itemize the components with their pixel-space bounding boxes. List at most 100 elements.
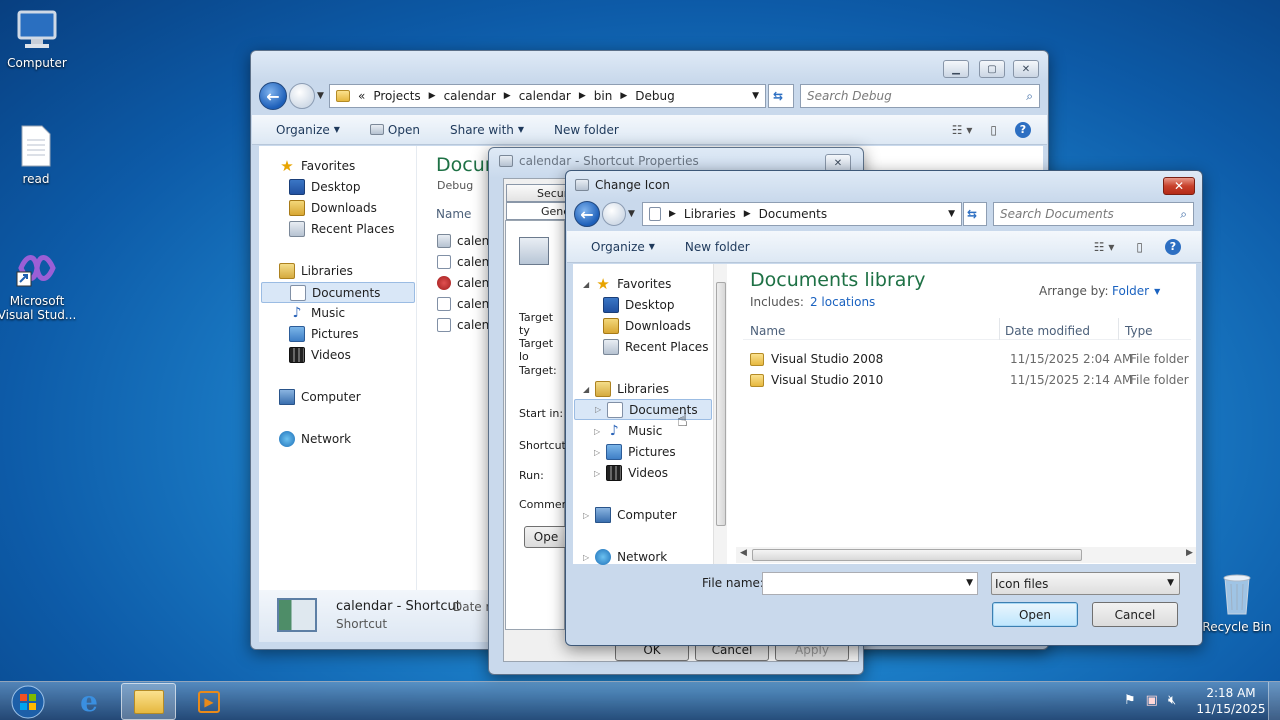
maximize-button[interactable]: ▢ bbox=[979, 60, 1005, 78]
nav-videos[interactable]: Videos bbox=[289, 347, 351, 363]
start-button[interactable] bbox=[1, 683, 55, 720]
horizontal-scrollbar[interactable]: ◀ ▶ bbox=[736, 547, 1196, 563]
new-folder-button[interactable]: New folder bbox=[685, 240, 750, 254]
column-header-date[interactable]: Date modified bbox=[1005, 324, 1090, 338]
desktop-icon-read[interactable]: read bbox=[0, 124, 76, 186]
scrollbar-thumb[interactable] bbox=[752, 549, 1082, 561]
breadcrumb-item[interactable]: Documents bbox=[759, 207, 827, 221]
arrange-by-label: Arrange by: bbox=[1039, 284, 1109, 298]
nav-pictures[interactable]: Pictures bbox=[289, 326, 359, 342]
minimize-button[interactable]: ▁ bbox=[943, 60, 969, 78]
desktop-icon-visual-studio[interactable]: Microsoft Visual Stud... bbox=[0, 246, 77, 322]
preview-pane-icon[interactable]: ▯ bbox=[990, 123, 997, 137]
views-icon[interactable]: ☷ ▾ bbox=[1094, 240, 1115, 254]
shortcut-large-icon bbox=[519, 237, 549, 265]
nav-downloads[interactable]: Downloads bbox=[603, 318, 691, 334]
clock[interactable]: 2:18 AM 11/15/2025 bbox=[1196, 685, 1266, 717]
column-header-name[interactable]: Name bbox=[750, 324, 785, 338]
action-center-flag-icon[interactable]: ⚑ bbox=[1124, 693, 1136, 708]
table-row[interactable]: Visual Studio 2010 11/15/2025 2:14 AM Fi… bbox=[750, 373, 1198, 394]
breadcrumb-item[interactable]: calendar bbox=[444, 89, 496, 103]
nav-music[interactable]: ▷ ♪ Music bbox=[594, 423, 662, 439]
new-folder-button[interactable]: New folder bbox=[554, 123, 619, 137]
back-button[interactable]: ← bbox=[259, 82, 287, 110]
desktop-icon-computer[interactable]: Computer bbox=[0, 8, 77, 70]
pictures-icon bbox=[289, 326, 305, 342]
nav-favorites[interactable]: ◢ ★ Favorites bbox=[583, 276, 671, 292]
nav-computer[interactable]: Computer bbox=[279, 389, 361, 405]
nav-pictures[interactable]: ▷ Pictures bbox=[594, 444, 676, 460]
nav-desktop[interactable]: Desktop bbox=[603, 297, 675, 313]
nav-music[interactable]: ♪ Music bbox=[289, 305, 346, 321]
forward-button[interactable] bbox=[602, 202, 626, 226]
open-button[interactable]: Open bbox=[992, 602, 1078, 627]
taskbar-windows-explorer[interactable] bbox=[121, 683, 176, 720]
search-input[interactable]: Search Debug ⌕ bbox=[800, 84, 1040, 108]
media-player-icon: ▶ bbox=[198, 690, 220, 713]
nav-network[interactable]: Network bbox=[279, 431, 351, 447]
arrange-by-dropdown[interactable]: Folder ▼ bbox=[1112, 284, 1160, 298]
includes-link[interactable]: 2 locations bbox=[810, 295, 875, 309]
nav-downloads[interactable]: Downloads bbox=[289, 200, 377, 216]
search-input[interactable]: Search Documents ⌕ bbox=[993, 202, 1194, 226]
file-type-select[interactable]: Icon files ▼ bbox=[991, 572, 1180, 595]
table-row[interactable]: Visual Studio 2008 11/15/2025 2:04 AM Fi… bbox=[750, 352, 1198, 373]
network-status-icon[interactable]: ▣ bbox=[1146, 693, 1158, 708]
column-header-name[interactable]: Name bbox=[436, 207, 471, 221]
open-file-location-button[interactable]: Ope bbox=[524, 526, 568, 548]
address-bar[interactable]: ▶ Libraries ▶ Documents ▼ bbox=[642, 202, 962, 226]
breadcrumb-item[interactable]: Libraries bbox=[684, 207, 736, 221]
nav-desktop[interactable]: Desktop bbox=[289, 179, 361, 195]
help-icon[interactable]: ? bbox=[1015, 121, 1031, 138]
file-name-input[interactable]: ▼ bbox=[762, 572, 978, 595]
dialog-body: ◢ ★ Favorites Desktop Downloads Recent Pla… bbox=[573, 264, 1198, 565]
scrollbar-thumb[interactable] bbox=[716, 282, 726, 526]
preview-pane-icon[interactable]: ▯ bbox=[1136, 240, 1143, 254]
taskbar-media-player[interactable]: ▶ bbox=[183, 683, 235, 720]
address-dropdown-icon[interactable]: ▼ bbox=[948, 209, 955, 219]
show-desktop-button[interactable] bbox=[1268, 682, 1280, 720]
nav-favorites[interactable]: ★ Favorites bbox=[279, 158, 355, 174]
nav-videos[interactable]: ▷ Videos bbox=[594, 465, 668, 481]
refresh-button[interactable]: ⇆ bbox=[963, 202, 987, 226]
nav-computer[interactable]: ▷ Computer bbox=[583, 507, 677, 523]
column-header-type[interactable]: Type bbox=[1125, 324, 1153, 338]
cancel-button[interactable]: Cancel bbox=[1092, 602, 1178, 627]
computer-icon bbox=[279, 389, 295, 405]
breadcrumb-item[interactable]: bin bbox=[594, 89, 613, 103]
field-target: Target: bbox=[519, 364, 557, 377]
nav-recent-places[interactable]: Recent Places bbox=[603, 339, 708, 355]
nav-network[interactable]: ▷ Network bbox=[583, 549, 667, 565]
address-dropdown-icon[interactable]: ▼ bbox=[752, 91, 759, 101]
documents-icon bbox=[649, 207, 661, 221]
close-button[interactable]: ✕ bbox=[1163, 177, 1195, 195]
nav-scrollbar[interactable] bbox=[713, 264, 727, 564]
nav-documents[interactable]: Documents bbox=[261, 282, 415, 303]
volume-muted-icon[interactable]: 🔇︎ bbox=[1168, 693, 1176, 708]
organize-menu[interactable]: Organize ▼ bbox=[591, 240, 655, 254]
views-icon[interactable]: ☷ ▾ bbox=[952, 123, 973, 137]
close-button[interactable]: ✕ bbox=[1013, 60, 1039, 78]
breadcrumb-item[interactable]: calendar bbox=[519, 89, 571, 103]
recent-places-icon bbox=[289, 221, 305, 237]
nav-recent-places[interactable]: Recent Places bbox=[289, 221, 394, 237]
nav-libraries[interactable]: ◢ Libraries bbox=[583, 381, 669, 397]
nav-libraries[interactable]: Libraries bbox=[279, 263, 353, 279]
desktop-icon-recycle-bin[interactable]: Recycle Bin bbox=[1197, 572, 1277, 634]
organize-menu[interactable]: Organize ▼ bbox=[276, 123, 340, 137]
music-icon: ♪ bbox=[609, 423, 619, 439]
breadcrumb-overflow[interactable]: « bbox=[358, 89, 365, 103]
breadcrumb-item[interactable]: Projects bbox=[373, 89, 420, 103]
taskbar-internet-explorer[interactable]: e bbox=[63, 683, 115, 720]
share-with-menu[interactable]: Share with ▼ bbox=[450, 123, 524, 137]
refresh-button[interactable]: ⇆ bbox=[768, 84, 794, 108]
back-button[interactable]: ← bbox=[574, 201, 600, 227]
help-icon[interactable]: ? bbox=[1165, 238, 1181, 255]
open-button[interactable]: Open bbox=[369, 123, 420, 137]
address-bar[interactable]: « Projects ▶ calendar ▶ calendar ▶ bin ▶ Deb… bbox=[329, 84, 766, 108]
forward-button[interactable] bbox=[289, 83, 315, 109]
history-dropdown-icon[interactable]: ▼ bbox=[317, 91, 324, 101]
history-dropdown-icon[interactable]: ▼ bbox=[628, 209, 635, 219]
breadcrumb-item[interactable]: Debug bbox=[635, 89, 674, 103]
nav-documents[interactable]: ▷ Documents bbox=[574, 399, 712, 420]
